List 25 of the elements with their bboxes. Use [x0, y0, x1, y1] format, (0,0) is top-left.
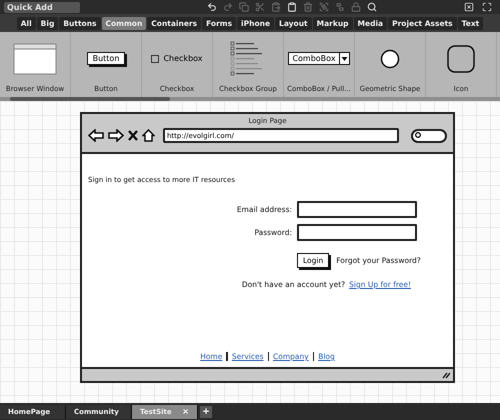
input-field[interactable] [297, 201, 417, 218]
clipboard-icon[interactable] [287, 2, 297, 12]
home-icon [142, 129, 155, 142]
combobox-preview-label: ComboBox [291, 53, 337, 64]
fullscreen-icon[interactable] [482, 2, 492, 12]
close-icon[interactable] [464, 2, 474, 12]
checkbox-icon [151, 54, 160, 62]
rounded-square-icon [447, 44, 475, 72]
caret-icon [338, 53, 349, 64]
button-preview: Button [86, 52, 126, 65]
quick-add-field[interactable]: Quick Add [4, 2, 80, 12]
scrollbar-thumb[interactable] [10, 97, 170, 101]
search-icon [415, 132, 422, 139]
add-tab-button[interactable]: + [200, 406, 212, 418]
resize-grip-icon[interactable] [442, 372, 450, 378]
circle-icon [380, 48, 400, 68]
input-field[interactable] [297, 224, 417, 241]
stop-icon [128, 130, 138, 141]
checkbox-preview-label: Checkbox [163, 54, 203, 63]
back-arrow-icon [88, 129, 104, 142]
browser-window-icon [13, 42, 57, 74]
search-field[interactable] [411, 128, 447, 142]
search-icon[interactable] [367, 2, 377, 12]
undo-icon[interactable] [207, 2, 217, 12]
forward-arrow-icon [108, 129, 124, 142]
